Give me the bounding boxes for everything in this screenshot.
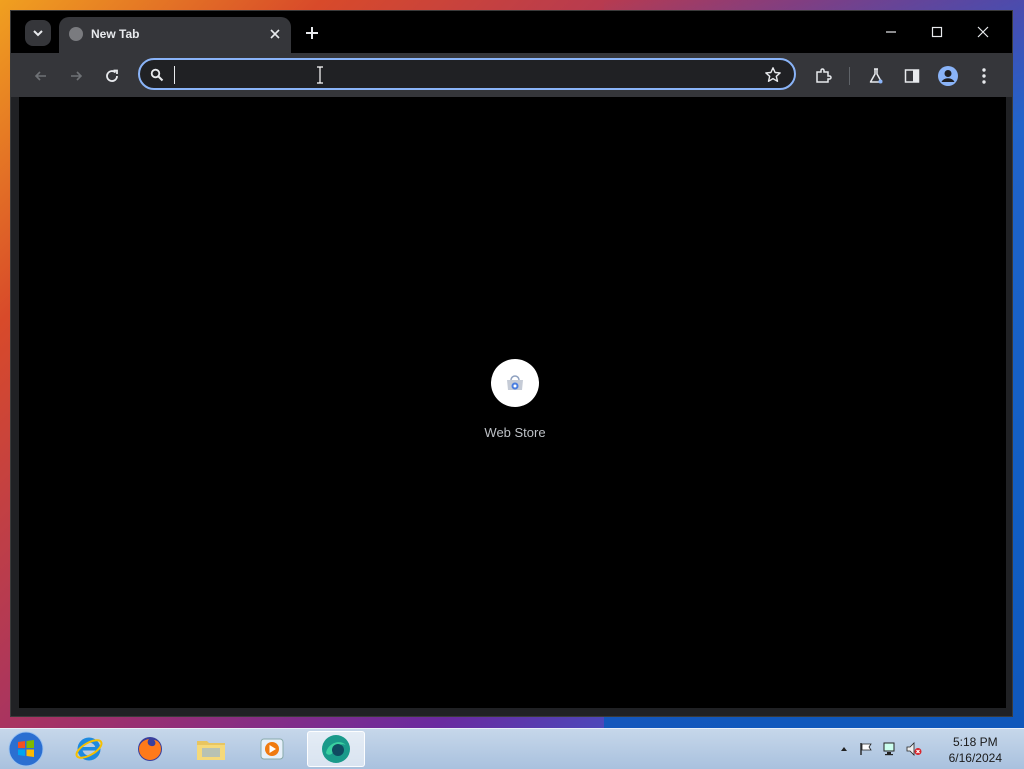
chevron-down-icon — [33, 30, 43, 37]
taskbar-app-firefox[interactable] — [121, 731, 179, 767]
arrow-right-icon — [71, 71, 83, 81]
reload-button[interactable] — [98, 62, 126, 90]
taskbar-clock[interactable]: 5:18 PM 6/16/2024 — [949, 734, 1002, 766]
clock-date: 6/16/2024 — [948, 751, 1002, 765]
taskbar: 5:18 PM 6/16/2024 — [0, 728, 1024, 769]
minimize-icon — [886, 31, 896, 33]
tab-strip: New Tab — [11, 11, 1012, 53]
tab-new-tab[interactable]: New Tab — [59, 17, 291, 53]
show-hidden-icons-button[interactable] — [836, 741, 852, 757]
web-store-icon — [507, 375, 523, 390]
address-bar[interactable] — [138, 58, 796, 90]
clock-time: 5:18 PM — [952, 735, 998, 749]
windows-start-icon — [8, 731, 44, 767]
browser-window: New Tab Web Store — [10, 10, 1013, 717]
avatar-icon — [938, 66, 958, 86]
tab-title: New Tab — [91, 27, 140, 41]
taskbar-app-media-player[interactable] — [243, 731, 301, 767]
shortcut-web-store[interactable]: Web Store — [460, 359, 570, 440]
chevron-up-icon — [841, 747, 847, 751]
flag-icon — [860, 743, 872, 755]
close-window-button[interactable] — [960, 17, 1006, 47]
close-icon — [977, 26, 989, 38]
star-icon[interactable] — [764, 66, 782, 84]
new-tab-page: Web Store — [19, 97, 1006, 708]
volume-muted-icon[interactable] — [906, 741, 922, 757]
taskbar-app-internet-explorer[interactable] — [60, 731, 118, 767]
shortcut-tile — [491, 359, 539, 407]
forward-button[interactable] — [62, 62, 90, 90]
globe-icon — [69, 27, 83, 41]
new-tab-button[interactable] — [299, 20, 325, 46]
taskbar-app-browser[interactable] — [307, 731, 365, 767]
network-icon — [883, 742, 895, 756]
action-center-icon[interactable] — [858, 741, 874, 757]
extensions-button[interactable] — [809, 62, 837, 90]
maximize-icon — [931, 26, 943, 38]
taskbar-app-file-explorer[interactable] — [182, 731, 240, 767]
search-icon — [150, 68, 164, 82]
menu-button[interactable] — [970, 62, 998, 90]
plus-icon — [306, 27, 318, 39]
maximize-button[interactable] — [914, 17, 960, 47]
network-icon[interactable] — [882, 741, 898, 757]
flask-icon — [869, 68, 883, 84]
labs-button[interactable] — [862, 62, 890, 90]
shortcut-label: Web Store — [484, 425, 546, 440]
media-player-icon — [260, 738, 284, 760]
firefox-icon — [138, 737, 162, 761]
arrow-left-icon — [34, 71, 46, 81]
more-vert-icon — [982, 68, 986, 84]
close-icon — [270, 29, 280, 39]
start-button[interactable] — [6, 730, 46, 768]
text-cursor-icon — [317, 66, 323, 84]
text-caret — [174, 66, 175, 84]
back-button[interactable] — [27, 62, 55, 90]
side-panel-button[interactable] — [898, 62, 926, 90]
puzzle-icon — [816, 68, 832, 83]
tab-close-button[interactable] — [265, 24, 285, 44]
speaker-muted-icon — [906, 742, 922, 756]
side-panel-icon — [904, 69, 920, 83]
ie-icon — [75, 737, 103, 761]
profile-button[interactable] — [934, 62, 962, 90]
address-input[interactable] — [174, 64, 738, 86]
minimize-button[interactable] — [868, 17, 914, 47]
toolbar-separator — [849, 67, 850, 85]
reload-icon — [106, 69, 118, 82]
tab-search-button[interactable] — [25, 20, 51, 46]
folder-icon — [197, 741, 225, 760]
system-tray: 5:18 PM 6/16/2024 — [834, 729, 1024, 769]
browser-toolbar — [11, 53, 1012, 97]
browser-icon — [322, 735, 350, 763]
